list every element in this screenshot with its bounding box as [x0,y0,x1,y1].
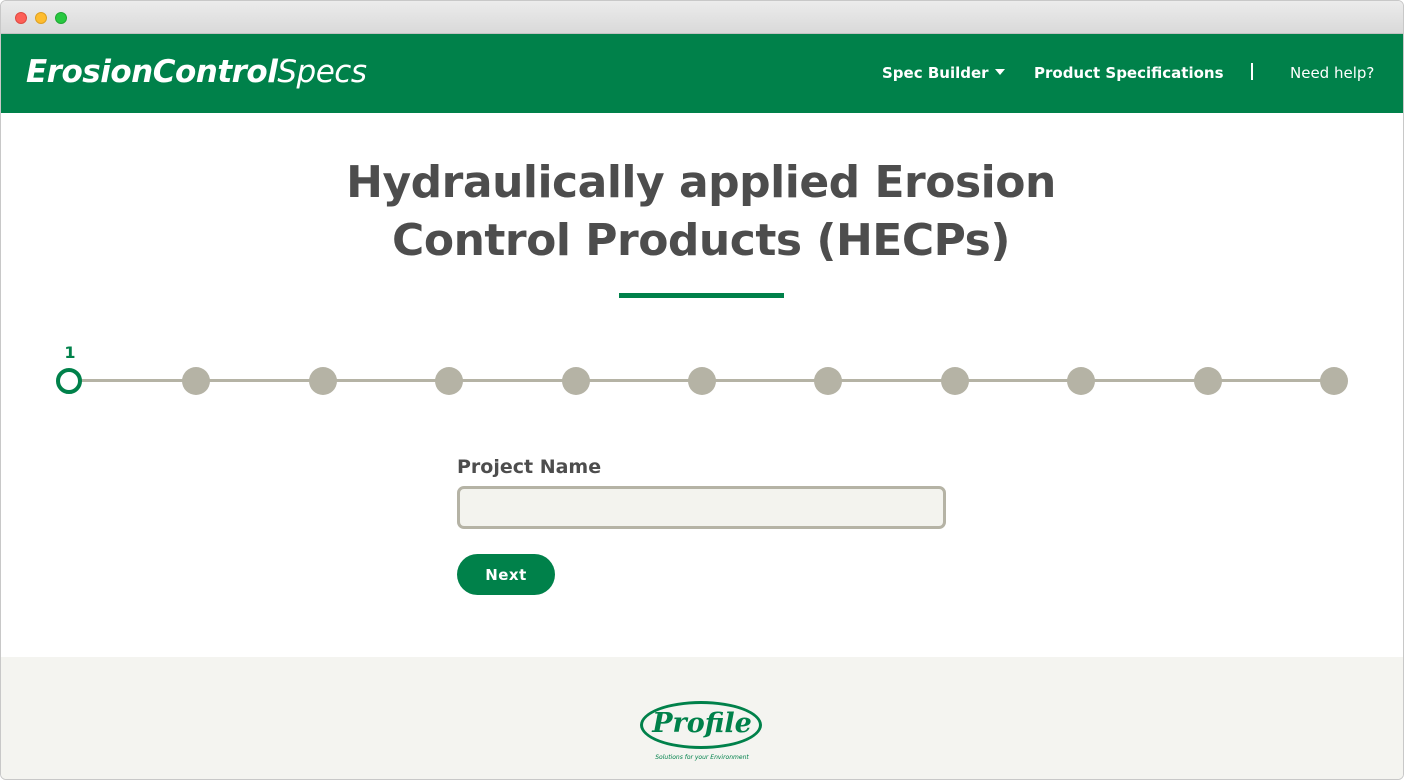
step-dot-9 [1067,367,1096,395]
site-logo[interactable]: ErosionControlSpecs [26,52,367,92]
minimize-window-icon[interactable] [35,12,47,24]
nav-divider [1251,63,1253,80]
step-dot-5 [561,367,590,395]
current-step-number: 1 [64,343,76,362]
project-name-label: Project Name [457,456,602,478]
step-dot-8 [940,367,969,395]
step-dot-7 [814,367,843,395]
brand-wordmark: Profile [652,708,752,739]
logo-text-primary: ErosionControl [26,54,278,90]
profile-brand-logo[interactable]: Profile Solutions for your Environment [638,699,766,769]
browser-window: ErosionControlSpecs Spec Builder Product… [0,0,1404,780]
step-dot-6 [688,367,716,395]
progress-stepper: 1 [56,341,1348,401]
step-dot-4 [435,367,464,395]
step-dot-2 [182,367,211,395]
nav-need-help[interactable]: Need help? [1290,62,1374,84]
title-underline [619,293,784,298]
nav-spec-builder[interactable]: Spec Builder [882,62,1005,84]
step-dot-11 [1320,367,1348,395]
chevron-down-icon [994,68,1005,75]
nav-spec-builder-label: Spec Builder [882,64,989,82]
project-name-input[interactable] [457,486,946,529]
site-header: ErosionControlSpecs Spec Builder Product… [1,34,1403,113]
logo-text-secondary: Specs [277,54,367,90]
maximize-window-icon[interactable] [55,12,67,24]
close-window-icon[interactable] [15,12,27,24]
next-button[interactable]: Next [457,554,555,595]
step-dot-3 [308,367,337,395]
window-titlebar [1,1,1403,34]
step-dot-current [56,368,82,394]
brand-tagline: Solutions for your Environment [655,754,749,761]
nav-product-specifications[interactable]: Product Specifications [1034,62,1224,84]
page-title: Hydraulically applied Erosion Control Pr… [346,157,1056,266]
step-dot-10 [1193,367,1222,395]
